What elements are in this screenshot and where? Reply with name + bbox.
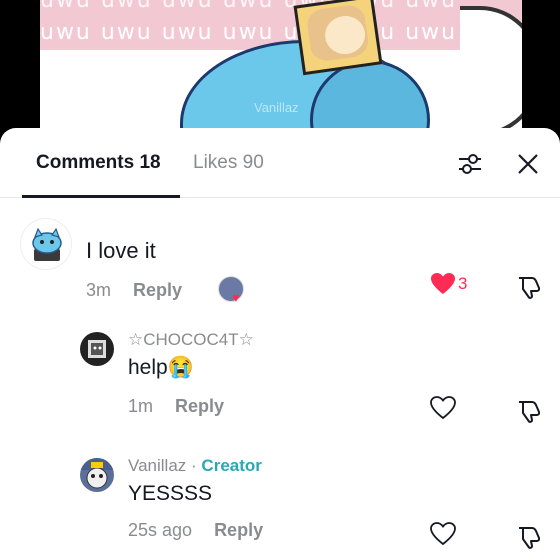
avatar-cat-icon [88,340,106,358]
comment-text: I love it [86,238,156,263]
video-dog-photo [305,3,371,63]
close-button[interactable] [514,150,542,178]
comment-meta: 25s ago Reply [128,520,263,541]
filter-icon [459,154,481,174]
avatar[interactable] [80,458,114,492]
tab-likes[interactable]: Likes 90 [193,152,264,174]
active-tab-indicator [22,195,180,198]
reply-button[interactable]: Reply [133,280,182,300]
video-uwu-text: uwu uwu uwu uwu uwu uwu uwu [40,20,458,45]
like-count: 3 [458,274,468,293]
heart-icon [431,273,455,294]
like-button[interactable]: 3 [430,272,480,298]
reply-button[interactable]: Reply [175,396,224,416]
tab-comments[interactable]: Comments 18 [36,152,161,174]
comments-tab-bar: Comments 18 Likes 90 [0,128,560,198]
video-dog-poster [293,0,383,76]
avatar[interactable] [20,218,72,270]
dislike-button[interactable] [516,398,542,424]
like-button[interactable] [430,522,456,546]
comment-meta: 1m Reply [128,396,224,417]
comment-time: 3m [86,280,112,300]
comment-username-row: Vanillaz · Creator [128,456,262,476]
video-watermark: Vanillaz [254,100,299,115]
creator-badge: Creator [201,456,262,475]
heart-outline-icon [430,522,456,546]
comment-username[interactable]: Vanillaz [128,456,186,475]
creator-liked-heart-icon: ♥ [232,290,240,305]
thumbs-down-icon [519,401,541,423]
filter-button[interactable] [456,150,484,178]
avatar-character-icon [80,458,114,489]
thumbs-down-icon [519,527,541,549]
comments-sheet: Comments 18 Likes 90 I love it 3m Reply … [0,128,560,560]
username-separator: · [191,456,197,475]
dislike-button[interactable] [516,274,542,300]
comment-time: 1m [128,396,154,416]
comment-time: 25s ago [128,520,193,540]
comment-meta: 3m Reply [86,280,182,301]
avatar[interactable] [80,332,114,366]
like-button[interactable] [430,396,456,420]
thumbs-down-icon [519,277,541,299]
video-uwu-text: uwu uwu uwu uwu uwu uwu uwu [40,0,458,13]
creator-liked-avatar [218,276,244,302]
dislike-button[interactable] [516,524,542,550]
close-icon [518,154,538,174]
comment-username[interactable]: ☆CHOCOC4T☆ [128,330,254,350]
comment-text: help😭 [128,356,194,379]
comment-text: YESSSS [128,482,213,505]
video-dog-face [322,13,368,57]
heart-outline-icon [430,396,456,420]
avatar-cat-icon [32,227,62,261]
reply-button[interactable]: Reply [214,520,263,540]
video-tail-shape [460,6,522,136]
